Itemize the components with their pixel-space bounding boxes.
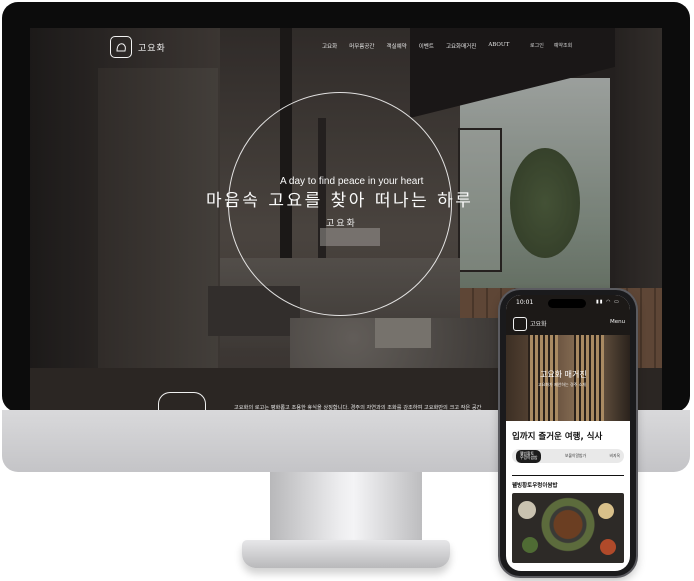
phone-hero-title: 고요화 매거진 bbox=[540, 370, 587, 379]
phone-hero-subtitle: 고요화가 제안하는 경주 소개 bbox=[538, 382, 586, 387]
account-nav: 로그인 예약조회 bbox=[530, 42, 572, 49]
nav-item-stay[interactable]: 머무름공간 bbox=[349, 42, 374, 50]
login-link[interactable]: 로그인 bbox=[530, 42, 544, 49]
section-heading: 입까지 즐거운 여행, 식사 bbox=[512, 432, 603, 442]
camera-island bbox=[548, 299, 586, 308]
food-image bbox=[512, 493, 624, 563]
monitor-base bbox=[242, 540, 450, 568]
main-nav: 고요화 머무름공간 객실예약 이벤트 고요화매거진 ABOUT bbox=[322, 42, 509, 50]
food-dish bbox=[518, 501, 536, 519]
nav-item-magazine[interactable]: 고요화매거진 bbox=[446, 42, 476, 50]
iphone-mockup: 10:01 ▮▮ ◠ ▭ 고요화 Menu 고요화 매거진 고요화가 제안하는 … bbox=[500, 290, 636, 576]
restaurant-title: 웰빙황토우렁이쌈밥 bbox=[512, 483, 558, 489]
food-dish bbox=[600, 539, 616, 555]
status-time: 10:01 bbox=[516, 299, 534, 306]
nav-item-reservation[interactable]: 객실예약 bbox=[387, 42, 407, 50]
tab-restaurant-1[interactable]: 웰빙황토 우렁이쌈밥 bbox=[516, 449, 542, 463]
tab-restaurant-3[interactable]: 비지옥 bbox=[610, 453, 620, 459]
food-dish bbox=[598, 503, 614, 519]
about-logo-icon bbox=[158, 392, 206, 412]
phone-brand-name: 고요화 bbox=[530, 321, 547, 328]
monitor-stand bbox=[270, 472, 422, 544]
restaurant-tabs: 웰빙황토 우렁이쌈밥 보물이알밥가 비지옥 bbox=[512, 449, 624, 463]
food-dish bbox=[522, 537, 538, 553]
status-icons: ▮▮ ◠ ▭ bbox=[596, 299, 620, 305]
menu-button[interactable]: Menu bbox=[610, 319, 625, 325]
nav-item-event[interactable]: 이벤트 bbox=[419, 42, 434, 50]
logo-icon[interactable] bbox=[513, 317, 527, 331]
tab-restaurant-2[interactable]: 보물이알밥가 bbox=[565, 453, 586, 459]
hero-subtitle: 고요화 bbox=[326, 219, 357, 229]
site-brand-name: 고요화 bbox=[138, 43, 166, 54]
reservation-lookup-link[interactable]: 예약조회 bbox=[554, 42, 572, 49]
nav-item-about[interactable]: ABOUT bbox=[488, 42, 509, 50]
logo-icon bbox=[110, 36, 132, 58]
divider bbox=[512, 475, 624, 476]
site-logo[interactable]: 고요화 bbox=[110, 36, 166, 58]
hero-title: 마음속 고요를 찾아 떠나는 하루 bbox=[206, 191, 474, 211]
nav-item-home[interactable]: 고요화 bbox=[322, 42, 337, 50]
phone-screen: 10:01 ▮▮ ◠ ▭ 고요화 Menu 고요화 매거진 고요화가 제안하는 … bbox=[506, 295, 630, 571]
